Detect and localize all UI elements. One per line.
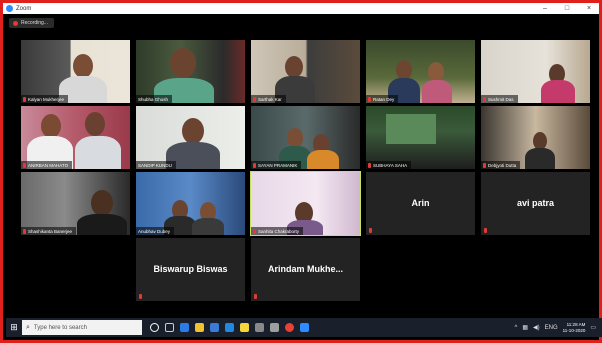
app-icon[interactable] (255, 323, 264, 332)
recording-label: Recording... (21, 20, 48, 26)
participant-name: Ratan Dey (373, 96, 395, 102)
search-icon: ⌕ (26, 323, 30, 331)
mic-muted-icon (483, 162, 486, 168)
participant-name: Arindam Mukhe... (267, 264, 343, 274)
mic-muted-icon (23, 228, 26, 234)
video-tile-no-camera[interactable]: Arin (366, 172, 475, 235)
mic-muted-icon (368, 162, 371, 168)
edge-icon[interactable] (180, 323, 189, 332)
participant-name: Sarthak Kar (258, 96, 282, 102)
clock-date: 11-10-2020 (562, 327, 586, 333)
mic-muted-icon (23, 162, 26, 168)
video-tile[interactable]: Kalyan Mukherjee (21, 40, 130, 103)
record-dot-icon (13, 20, 18, 26)
participant-name: Sanhita Chakraborty (258, 228, 300, 234)
participant-name: SANDIP KUNDU (138, 162, 172, 168)
video-tile[interactable]: SAYAN PRAMANIK (251, 106, 360, 169)
sticky-notes-icon[interactable] (240, 323, 249, 332)
mic-muted-icon (253, 96, 256, 102)
participant-name: Debjyoti Dutta (488, 162, 517, 168)
chevron-up-icon[interactable]: ^ (515, 325, 518, 331)
search-placeholder: Type here to search (33, 324, 87, 331)
clock[interactable]: 11:28 AM 11-10-2020 (563, 322, 586, 334)
maximize-button[interactable]: □ (561, 3, 573, 14)
zoom-icon (6, 5, 13, 12)
mic-muted-icon (139, 294, 142, 299)
video-tile-no-camera[interactable]: Arindam Mukhe... (251, 238, 360, 301)
network-icon[interactable]: ▦ (522, 324, 528, 331)
notifications-icon[interactable]: ▭ (590, 324, 596, 331)
chrome-icon[interactable] (285, 323, 294, 332)
pinned-apps (150, 323, 309, 332)
participant-name: Arin (411, 198, 430, 208)
mic-muted-icon (254, 294, 257, 299)
video-tile[interactable]: SUBHAYA SAHA (366, 106, 475, 169)
video-tile[interactable]: ANIRBAN MAHATO (21, 106, 130, 169)
participant-name: Biswarup Biswas (153, 264, 228, 274)
participant-name: Anubhav Dubey (138, 228, 171, 234)
video-tile-no-camera[interactable]: avi patra (481, 172, 590, 235)
windows-icon[interactable]: ⊞ (6, 318, 22, 337)
window-title: Zoom (16, 5, 32, 12)
file-explorer-icon[interactable] (195, 323, 204, 332)
windows-taskbar: ⊞ ⌕ Type here to search ^ ▦ ◀) ENG 11:28… (6, 318, 602, 337)
participant-name: Sushmit Das (488, 96, 514, 102)
mic-muted-icon (484, 228, 487, 233)
store-icon[interactable] (210, 323, 219, 332)
minimize-button[interactable]: – (539, 3, 551, 14)
video-tile[interactable]: SANDIP KUNDU (136, 106, 245, 169)
video-tile[interactable]: Shashikanta Banerjee (21, 172, 130, 235)
video-tile[interactable]: Shubha Ghosh (136, 40, 245, 103)
zoom-window: Zoom – □ × Recording... Kalyan Mukherjee… (0, 0, 602, 343)
video-tile[interactable]: Sarthak Kar (251, 40, 360, 103)
recording-indicator[interactable]: Recording... (9, 18, 54, 28)
mic-muted-icon (23, 96, 26, 102)
window-controls: – □ × (539, 3, 595, 14)
zoom-icon[interactable] (300, 323, 309, 332)
title-bar: Zoom – □ × (3, 3, 599, 14)
settings-icon[interactable] (270, 323, 279, 332)
participant-name: Kalyan Mukherjee (28, 96, 65, 102)
mic-muted-icon (253, 228, 256, 234)
close-button[interactable]: × (583, 3, 595, 14)
search-input[interactable]: ⌕ Type here to search (22, 320, 142, 335)
system-tray: ^ ▦ ◀) ENG 11:28 AM 11-10-2020 ▭ (515, 318, 597, 337)
mic-muted-icon (253, 162, 256, 168)
video-tile[interactable]: Anubhav Dubey (136, 172, 245, 235)
mic-muted-icon (368, 96, 371, 102)
participant-name: avi patra (516, 198, 555, 208)
video-tile[interactable]: Sushmit Das (481, 40, 590, 103)
video-tile-no-camera[interactable]: Biswarup Biswas (136, 238, 245, 301)
mic-muted-icon (483, 96, 486, 102)
task-view-icon[interactable] (165, 323, 174, 332)
video-tile-active-speaker[interactable]: Sanhita Chakraborty (250, 171, 361, 236)
mic-muted-icon (369, 228, 372, 233)
mail-icon[interactable] (225, 323, 234, 332)
participant-name: Shashikanta Banerjee (28, 228, 73, 234)
participant-name: SUBHAYA SAHA (373, 162, 408, 168)
participant-name: ANIRBAN MAHATO (28, 162, 69, 168)
video-tile[interactable]: Debjyoti Dutta (481, 106, 590, 169)
participant-name: SAYAN PRAMANIK (258, 162, 298, 168)
cortana-icon[interactable] (150, 323, 159, 332)
clock-time: 11:28 AM (566, 321, 586, 327)
volume-icon[interactable]: ◀) (533, 324, 540, 331)
video-tile[interactable]: Ratan Dey (366, 40, 475, 103)
language-indicator[interactable]: ENG (545, 325, 558, 331)
participant-name: Shubha Ghosh (138, 96, 169, 102)
